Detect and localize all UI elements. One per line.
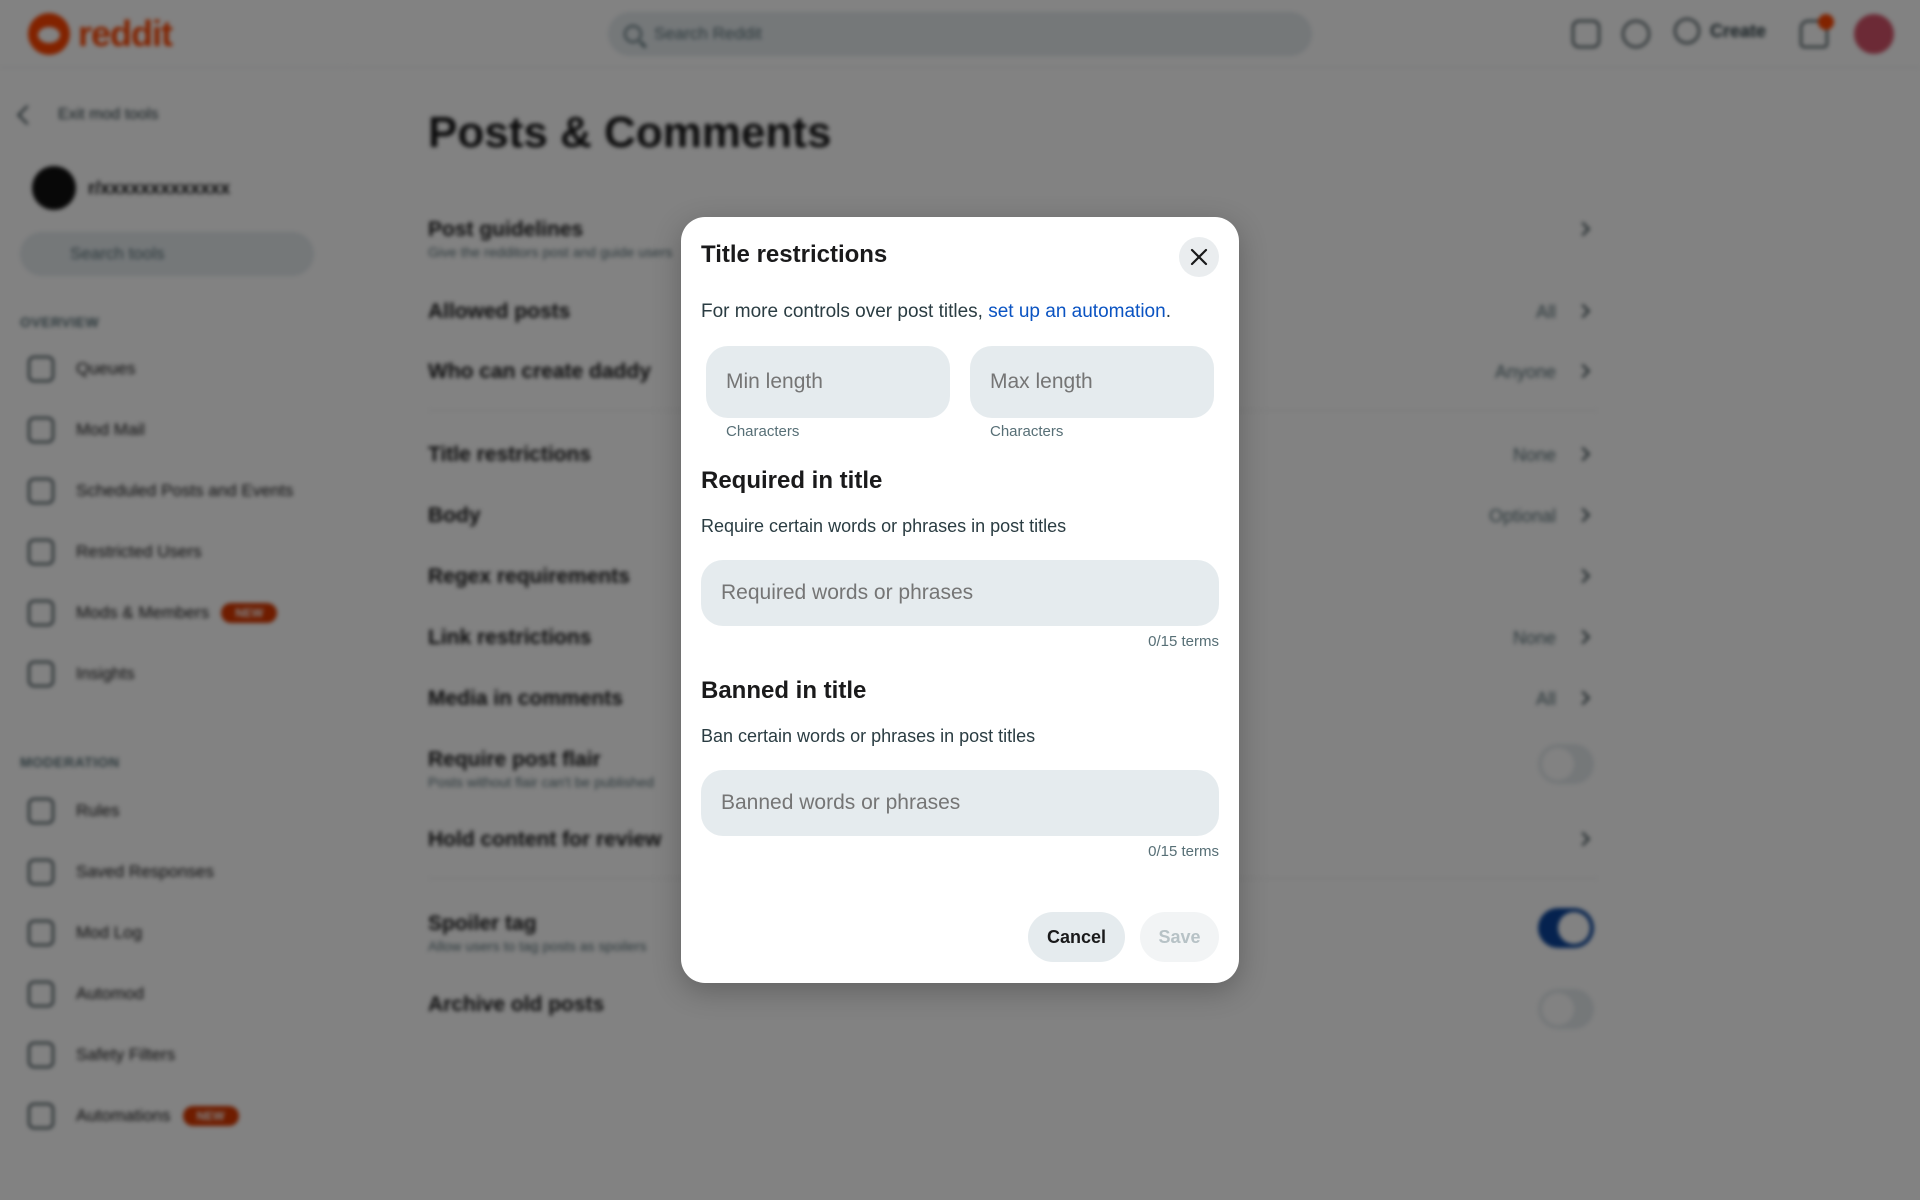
automation-link[interactable]: set up an automation [988, 301, 1165, 322]
required-heading: Required in title [701, 467, 883, 494]
intro-period: . [1165, 301, 1171, 322]
min-length-input[interactable] [706, 346, 950, 418]
cancel-button[interactable]: Cancel [1028, 912, 1125, 962]
required-terms-count: 0/15 terms [1148, 633, 1219, 650]
intro-text: For more controls over post titles, [701, 301, 989, 322]
dialog-title: Title restrictions [701, 241, 888, 268]
close-button[interactable] [1179, 237, 1219, 277]
required-description: Require certain words or phrases in post… [701, 516, 1067, 536]
banned-heading: Banned in title [701, 677, 867, 704]
title-restrictions-dialog: Title restrictions For more controls ove… [681, 217, 1239, 983]
banned-terms-input[interactable] [701, 770, 1219, 836]
banned-terms-count: 0/15 terms [1148, 843, 1219, 860]
required-terms-input[interactable] [701, 560, 1219, 626]
min-length-helper: Characters [726, 423, 800, 440]
banned-description: Ban certain words or phrases in post tit… [701, 726, 1036, 746]
max-length-input[interactable] [970, 346, 1214, 418]
dialog-intro: For more controls over post titles, set … [701, 301, 1171, 323]
max-length-helper: Characters [990, 423, 1064, 440]
close-icon [1190, 248, 1208, 266]
save-button[interactable]: Save [1140, 912, 1219, 962]
